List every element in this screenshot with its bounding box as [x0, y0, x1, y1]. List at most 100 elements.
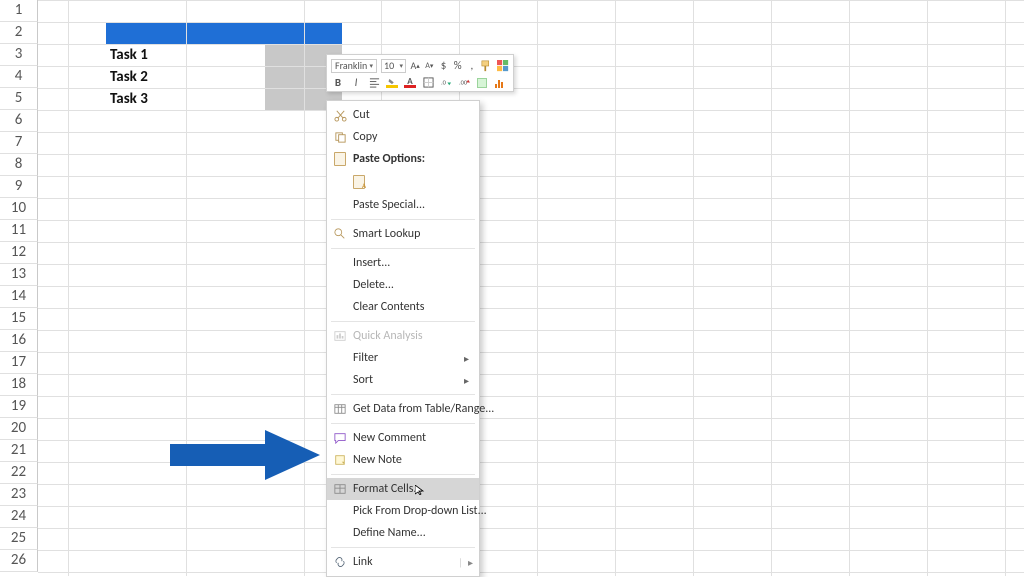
chevron-right-icon[interactable]: ▸: [468, 556, 473, 569]
row-header-21[interactable]: 21: [0, 440, 38, 462]
cm-new-comment[interactable]: New Comment: [327, 427, 479, 449]
format-cells-icon: [332, 481, 348, 497]
cm-filter[interactable]: Filter: [327, 347, 479, 369]
comma-button[interactable]: ,: [467, 59, 477, 73]
row-header-7[interactable]: 7: [0, 132, 38, 154]
shrink-font-button[interactable]: A▾: [424, 59, 434, 73]
cells-area[interactable]: Task 1 Task 2 Task 3: [38, 0, 1024, 576]
cm-link-sep: |: [458, 556, 463, 569]
copy-icon: [332, 129, 348, 145]
cm-link-label: Link: [353, 555, 373, 569]
row-header-17[interactable]: 17: [0, 352, 38, 374]
cm-copy-label: Copy: [353, 130, 377, 144]
cell-styles-icon[interactable]: [475, 76, 489, 90]
conditional-format-icon[interactable]: [497, 59, 509, 73]
cm-paste-special[interactable]: Paste Special...: [327, 194, 479, 216]
row-header-18[interactable]: 18: [0, 374, 38, 396]
row-header-26[interactable]: 26: [0, 550, 38, 572]
cm-format-cells[interactable]: Format Cells...: [327, 478, 479, 500]
row-header-11[interactable]: 11: [0, 220, 38, 242]
row-header-10[interactable]: 10: [0, 198, 38, 220]
row-header-15[interactable]: 15: [0, 308, 38, 330]
cm-link[interactable]: Link | ▸: [327, 551, 479, 573]
cm-paste-options-label: Paste Options:: [353, 152, 425, 166]
cm-smart-lookup-label: Smart Lookup: [353, 227, 420, 241]
percent-button[interactable]: %: [453, 59, 463, 73]
comment-icon: [332, 430, 348, 446]
cm-delete-label: Delete...: [353, 278, 394, 292]
row-header-25[interactable]: 25: [0, 528, 38, 550]
cell-b4-task2[interactable]: Task 2: [106, 66, 224, 88]
italic-button[interactable]: I: [349, 76, 363, 90]
separator: [331, 423, 475, 424]
paste-icon: A: [353, 175, 365, 189]
row-header-19[interactable]: 19: [0, 396, 38, 418]
cell-range-b2-d2-blue: [106, 22, 342, 44]
align-button[interactable]: [367, 76, 381, 90]
cm-quick-analysis: Quick Analysis: [327, 325, 479, 347]
table-icon: [332, 401, 348, 417]
cm-paste-special-label: Paste Special...: [353, 198, 425, 212]
svg-text:.0: .0: [441, 78, 447, 86]
cm-insert[interactable]: Insert...: [327, 252, 479, 274]
decimal-decrease-button[interactable]: .0: [439, 76, 453, 90]
cursor-icon: [415, 485, 425, 495]
cm-paste-option-default[interactable]: A: [327, 170, 479, 194]
grow-font-button[interactable]: A▴: [410, 59, 420, 73]
cm-smart-lookup[interactable]: Smart Lookup: [327, 223, 479, 245]
context-menu: Cut Copy Paste Options: A Paste Special.…: [326, 100, 480, 577]
cm-format-cells-label: Format Cells...: [353, 482, 422, 496]
cell-b5-task3[interactable]: Task 3: [106, 88, 224, 110]
cm-get-data[interactable]: Get Data from Table/Range...: [327, 398, 479, 420]
cm-paste-options-header: Paste Options:: [327, 148, 479, 170]
row-header-6[interactable]: 6: [0, 110, 38, 132]
cm-cut[interactable]: Cut: [327, 104, 479, 126]
bold-button[interactable]: B: [331, 76, 345, 90]
currency-button[interactable]: $: [438, 59, 448, 73]
row-header-12[interactable]: 12: [0, 242, 38, 264]
cm-cut-label: Cut: [353, 108, 370, 122]
row-header-2[interactable]: 2: [0, 22, 38, 44]
row-header-4[interactable]: 4: [0, 66, 38, 88]
cm-copy[interactable]: Copy: [327, 126, 479, 148]
cm-pick-from-list[interactable]: Pick From Drop-down List...: [327, 500, 479, 522]
cell-b3-task1[interactable]: Task 1: [106, 44, 224, 66]
row-header-13[interactable]: 13: [0, 264, 38, 286]
font-color-button[interactable]: A: [403, 76, 417, 90]
separator: [331, 219, 475, 220]
row-header-14[interactable]: 14: [0, 286, 38, 308]
chart-icon[interactable]: [493, 76, 507, 90]
separator: [331, 474, 475, 475]
row-header-22[interactable]: 22: [0, 462, 38, 484]
cm-clear-contents[interactable]: Clear Contents: [327, 296, 479, 318]
decimal-increase-button[interactable]: .00: [457, 76, 471, 90]
cm-sort[interactable]: Sort: [327, 369, 479, 391]
borders-button[interactable]: [421, 76, 435, 90]
row-header-3[interactable]: 3: [0, 44, 38, 66]
cm-define-name[interactable]: Define Name...: [327, 522, 479, 544]
format-painter-icon[interactable]: [481, 59, 493, 73]
row-header-23[interactable]: 23: [0, 484, 38, 506]
cm-new-comment-label: New Comment: [353, 431, 426, 445]
row-header-20[interactable]: 20: [0, 418, 38, 440]
row-header-16[interactable]: 16: [0, 330, 38, 352]
quick-analysis-icon: [332, 328, 348, 344]
font-size-value: 10: [384, 60, 394, 72]
clipboard-icon: [332, 151, 348, 167]
cm-insert-label: Insert...: [353, 256, 390, 270]
row-header-column: 1234567891011121314151617181920212223242…: [0, 0, 38, 576]
cm-delete[interactable]: Delete...: [327, 274, 479, 296]
cm-new-note-label: New Note: [353, 453, 402, 467]
font-name-dropdown[interactable]: Franklin: [331, 59, 377, 73]
row-header-24[interactable]: 24: [0, 506, 38, 528]
separator: [331, 394, 475, 395]
link-icon: [332, 554, 348, 570]
cm-new-note[interactable]: New Note: [327, 449, 479, 471]
font-size-dropdown[interactable]: 10: [381, 59, 406, 73]
row-header-8[interactable]: 8: [0, 154, 38, 176]
cm-sort-label: Sort: [353, 373, 373, 387]
row-header-9[interactable]: 9: [0, 176, 38, 198]
row-header-1[interactable]: 1: [0, 0, 38, 22]
row-header-5[interactable]: 5: [0, 88, 38, 110]
fill-color-button[interactable]: [385, 76, 399, 90]
